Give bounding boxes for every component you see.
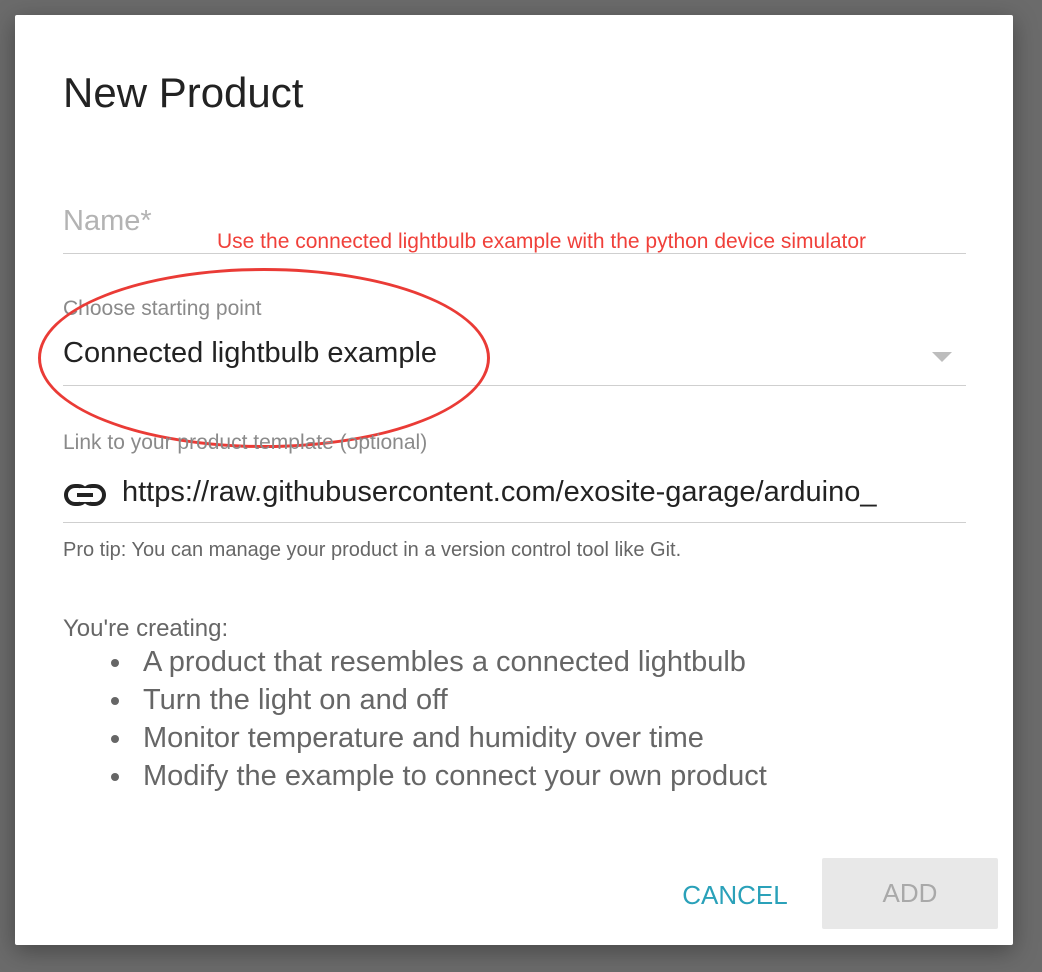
dialog-title: New Product <box>63 69 304 116</box>
add-button[interactable]: ADD <box>822 858 998 929</box>
cancel-button[interactable]: CANCEL <box>665 875 805 915</box>
pro-tip-text: Pro tip: You can manage your product in … <box>63 539 682 561</box>
template-link-input[interactable]: https://raw.githubusercontent.com/exosit… <box>63 470 966 523</box>
starting-point-select[interactable]: Connected lightbulb example <box>63 333 966 386</box>
annotation-note: Use the connected lightbulb example with… <box>217 230 867 253</box>
creating-list: A product that resembles a connected lig… <box>63 643 767 795</box>
creating-title: You're creating: <box>63 615 229 642</box>
list-item: Turn the light on and off <box>111 681 767 719</box>
list-item: Monitor temperature and humidity over ti… <box>111 719 767 757</box>
dropdown-arrow-icon[interactable] <box>932 352 952 362</box>
name-placeholder: Name* <box>63 205 152 237</box>
starting-point-label: Choose starting point <box>63 297 262 320</box>
list-item: A product that resembles a connected lig… <box>111 643 767 681</box>
starting-point-value: Connected lightbulb example <box>63 337 438 369</box>
list-item: Modify the example to connect your own p… <box>111 757 767 795</box>
link-icon <box>63 482 107 508</box>
new-product-dialog: New Product Name* Use the connected ligh… <box>15 15 1013 945</box>
template-link-value: https://raw.githubusercontent.com/exosit… <box>122 476 877 508</box>
template-link-label: Link to your product template (optional) <box>63 431 428 454</box>
